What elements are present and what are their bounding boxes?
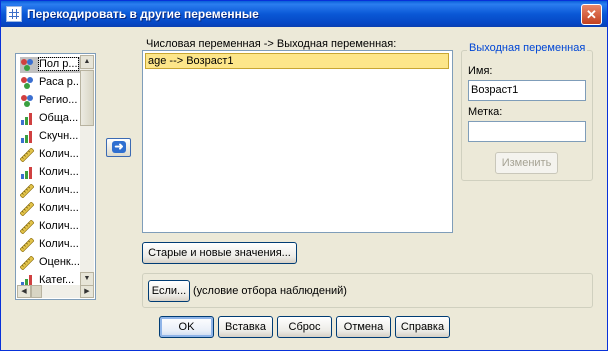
nominal-variable-icon	[20, 76, 34, 90]
ordinal-variable-icon	[20, 130, 34, 144]
scale-variable-icon	[20, 255, 35, 271]
ordinal-variable-icon	[20, 166, 34, 180]
variable-label: Обща...	[39, 112, 79, 124]
variable-label: Пол р...	[38, 57, 79, 71]
variable-list-item[interactable]: Скучн...	[20, 129, 82, 145]
variable-label: Регио...	[39, 94, 78, 106]
variable-label: Колич...	[39, 220, 79, 232]
variable-label: Колич...	[39, 202, 79, 214]
scale-variable-icon	[20, 219, 35, 235]
variable-list-item[interactable]: Колич...	[20, 237, 82, 253]
mapping-list[interactable]: age --> Возраст1	[142, 50, 453, 233]
variable-label: Раса р...	[39, 76, 82, 88]
hscroll-thumb[interactable]	[31, 285, 42, 298]
horizontal-scrollbar[interactable]: ◀ ▶	[17, 285, 94, 298]
source-variable-list[interactable]: Пол р... Раса р... Регио... Обща... Скучн...…	[15, 53, 96, 300]
variable-list-item[interactable]: Регио...	[20, 93, 82, 109]
help-button[interactable]: Справка	[395, 316, 450, 338]
old-new-values-button[interactable]: Старые и новые значения...	[142, 242, 297, 264]
change-button[interactable]: Изменить	[495, 152, 558, 174]
paste-button[interactable]: Вставка	[218, 316, 273, 338]
variable-list-item[interactable]: Колич...	[20, 219, 82, 235]
mapping-list-header: Числовая переменная -> Выходная переменн…	[146, 38, 397, 50]
vertical-scrollbar[interactable]: ▲ ▼	[80, 55, 94, 286]
scroll-left-icon[interactable]: ◀	[17, 285, 31, 298]
arrow-left-icon: ➜	[112, 141, 126, 153]
scroll-right-icon[interactable]: ▶	[80, 285, 94, 298]
cancel-button[interactable]: Отмена	[336, 316, 391, 338]
scale-variable-icon	[20, 201, 35, 217]
variable-list-item[interactable]: Пол р...	[20, 57, 82, 73]
variable-label: Колич...	[39, 166, 79, 178]
variable-list-item[interactable]: Колич...	[20, 165, 82, 181]
recode-dialog: Перекодировать в другие переменные ✕ Пол…	[0, 0, 608, 351]
nominal-variable-icon	[20, 58, 34, 72]
mapping-row-text: age --> Возраст1	[148, 55, 234, 67]
variable-label: Колич...	[39, 238, 79, 250]
variable-list-item[interactable]: Оценк...	[20, 255, 82, 271]
ok-button[interactable]: OK	[159, 316, 214, 338]
scroll-down-icon[interactable]: ▼	[80, 272, 94, 286]
scale-variable-icon	[20, 183, 35, 199]
variable-label: Оценк...	[39, 256, 80, 268]
output-variable-legend: Выходная переменная	[467, 42, 588, 54]
scroll-thumb[interactable]	[80, 70, 94, 126]
scroll-up-icon[interactable]: ▲	[80, 55, 94, 69]
variable-label: Колич...	[39, 184, 79, 196]
name-input[interactable]: Возраст1	[468, 80, 586, 101]
scale-variable-icon	[20, 237, 35, 253]
move-variable-button[interactable]: ➜	[106, 138, 131, 157]
variable-list-item[interactable]: Колич...	[20, 183, 82, 199]
variable-list-item[interactable]: Обща...	[20, 111, 82, 127]
spss-data-icon	[6, 6, 22, 22]
window-title: Перекодировать в другие переменные	[27, 7, 259, 21]
label-input[interactable]	[468, 121, 586, 142]
if-condition-caption: (условие отбора наблюдений)	[193, 285, 347, 297]
close-button[interactable]: ✕	[581, 4, 602, 25]
variable-list-item[interactable]: Колич...	[20, 201, 82, 217]
title-bar[interactable]: Перекодировать в другие переменные ✕	[1, 1, 607, 27]
if-button[interactable]: Если...	[148, 280, 190, 302]
nominal-variable-icon	[20, 94, 34, 108]
label-label: Метка:	[468, 106, 503, 118]
variable-label: Скучн...	[39, 130, 79, 142]
scale-variable-icon	[20, 147, 35, 163]
reset-button[interactable]: Сброс	[277, 316, 332, 338]
ordinal-variable-icon	[20, 112, 34, 126]
mapping-row[interactable]: age --> Возраст1	[145, 53, 449, 69]
variable-list-item[interactable]: Раса р...	[20, 75, 82, 91]
name-label: Имя:	[468, 65, 493, 77]
variable-label: Колич...	[39, 148, 79, 160]
variable-list-item[interactable]: Колич...	[20, 147, 82, 163]
